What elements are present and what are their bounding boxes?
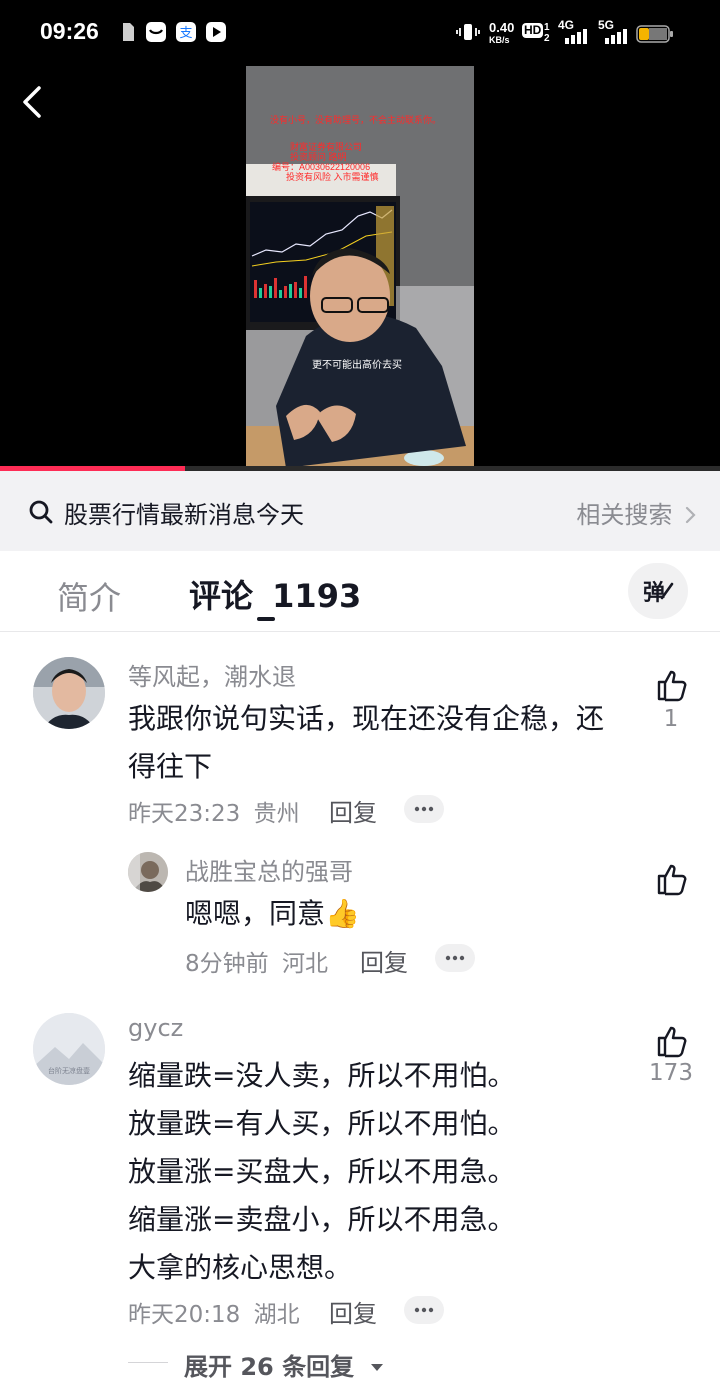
tab-comments[interactable]: 评论 1193 [189,571,361,617]
tab-comments-label: 评论 [189,577,254,615]
comment-text-line: 缩量跌=没人卖，所以不用怕。 [128,1059,516,1092]
comment-text-line: 得往下 [128,750,213,783]
video-subtitle: 更不可能出高价去买 [312,360,402,371]
alipay-icon: 支 [176,22,196,42]
signal-5g-icon [605,29,627,44]
expand-replies-button[interactable]: 展开 26 条回复 [184,1347,384,1382]
related-search-bar[interactable]: 股票行情最新消息今天 相关搜索 [0,471,720,551]
reply-username[interactable]: 战胜宝总的强哥 [185,852,353,887]
expand-divider [128,1362,168,1363]
comment-location: 贵州 [253,801,300,827]
status-bar: 09:26 支 0.40 KB/s HD 1 2 4G 5G [0,0,720,66]
danmaku-icon: 弹 [643,581,674,606]
thumbs-up-icon[interactable] [656,668,690,702]
hd-sub-bottom: 2 [544,33,550,44]
avatar[interactable]: 台阶无凉盘壹 [33,1013,105,1085]
avatar-image: 台阶无凉盘壹 [33,1013,105,1085]
battery-icon [636,25,673,43]
avatar[interactable] [33,657,105,729]
video-frame[interactable]: 没有小号，没有助理号，不会主动联系你。 财富证券有限公司 投资顾问 路明 编号：… [246,66,474,468]
message-app-icon [146,22,166,42]
comment-time: 昨天20:18 [128,1302,241,1328]
more-options-button[interactable] [404,795,444,823]
network-speed-unit: KB/s [489,35,510,45]
comment-meta: 昨天23:23 贵州 [128,794,300,828]
tab-active-indicator [257,617,275,621]
comment-meta: 昨天20:18 湖北 [128,1295,300,1329]
network-speed-value: 0.40 [489,20,515,35]
video-player[interactable]: 没有小号，没有助理号，不会主动联系你。 财富证券有限公司 投资顾问 路明 编号：… [0,66,720,468]
related-search-link[interactable]: 相关搜索 [576,495,698,530]
comment-item: 等风起，潮水退 我跟你说句实话，现在还没有企稳，还 得往下 昨天23:23 贵州… [0,632,720,832]
comment-location: 湖北 [253,1302,300,1328]
caret-down-icon [371,1364,384,1371]
like-count: 173 [649,1060,693,1086]
danmaku-toggle-button[interactable]: 弹 [628,563,688,619]
like-count: 1 [663,706,679,732]
avatar-image [33,657,105,729]
video-app-icon [206,22,226,42]
comment-text: 我跟你说句实话，现在还没有企稳，还 得往下 [128,695,648,791]
thumbs-up-icon[interactable] [656,1024,690,1058]
comment-text-line: 大拿的核心思想。 [128,1251,353,1284]
video-scene [246,66,474,468]
comment-text-line: 我跟你说句实话，现在还没有企稳，还 [128,702,605,735]
more-options-button[interactable] [435,944,475,972]
reply-button[interactable]: 回复 [329,793,377,828]
avatar[interactable] [128,852,168,892]
comment-time: 昨天23:23 [128,801,241,827]
signal-4g-icon [565,29,587,44]
comment-item: 台阶无凉盘壹 gycz 缩量跌=没人卖，所以不用怕。 放量跌=有人买，所以不用怕… [0,1000,720,1340]
reply-button[interactable]: 回复 [360,943,408,978]
more-dots-icon [414,1307,434,1313]
svg-text:支: 支 [179,26,192,41]
more-dots-icon [414,806,434,812]
status-time: 09:26 [40,18,99,44]
chevron-right-icon [685,506,696,524]
reply-item: 战胜宝总的强哥 嗯嗯，同意👍 8分钟前 河北 回复 [0,832,720,992]
video-overlay-notice: 没有小号，没有助理号，不会主动联系你。 [270,115,442,125]
more-options-button[interactable] [404,1296,444,1324]
comment-text-line: 缩量涨=卖盘小，所以不用急。 [128,1203,516,1236]
reply-time: 8分钟前 [185,951,269,977]
back-arrow-icon[interactable] [14,82,54,122]
sim-card-icon [123,23,134,41]
comment-text: 缩量跌=没人卖，所以不用怕。 放量跌=有人买，所以不用怕。 放量涨=买盘大，所以… [128,1052,648,1292]
comment-text-line: 放量涨=买盘大，所以不用急。 [128,1155,516,1188]
search-icon [29,500,53,524]
hd-sub-top: 1 [544,22,550,33]
thumbs-up-icon[interactable] [656,862,690,896]
tab-comments-count: 1193 [272,577,362,615]
comment-text-line: 放量跌=有人买，所以不用怕。 [128,1107,516,1140]
avatar-image [128,852,168,892]
svg-text:弹: 弹 [643,581,665,606]
vibrate-icon [456,24,480,40]
reply-location: 河北 [281,951,328,977]
comment-username[interactable]: 等风起，潮水退 [128,657,296,692]
avatar-caption: 台阶无凉盘壹 [48,1066,90,1075]
comment-username[interactable]: gycz [128,1014,183,1042]
more-dots-icon [445,955,465,961]
search-query-text[interactable]: 股票行情最新消息今天 [64,495,304,530]
detail-tabs: 简介 评论 1193 弹 [0,551,720,632]
related-search-label: 相关搜索 [576,501,673,529]
reply-text: 嗯嗯，同意👍 [185,897,360,930]
tab-intro[interactable]: 简介 [57,573,121,619]
video-overlay-risk: 投资有风险 入市需谨慎 [286,172,379,182]
expand-replies-label: 展开 26 条回复 [184,1353,355,1381]
reply-button[interactable]: 回复 [329,1294,377,1329]
reply-meta: 8分钟前 河北 [185,944,328,978]
hd-badge: HD [522,23,544,38]
